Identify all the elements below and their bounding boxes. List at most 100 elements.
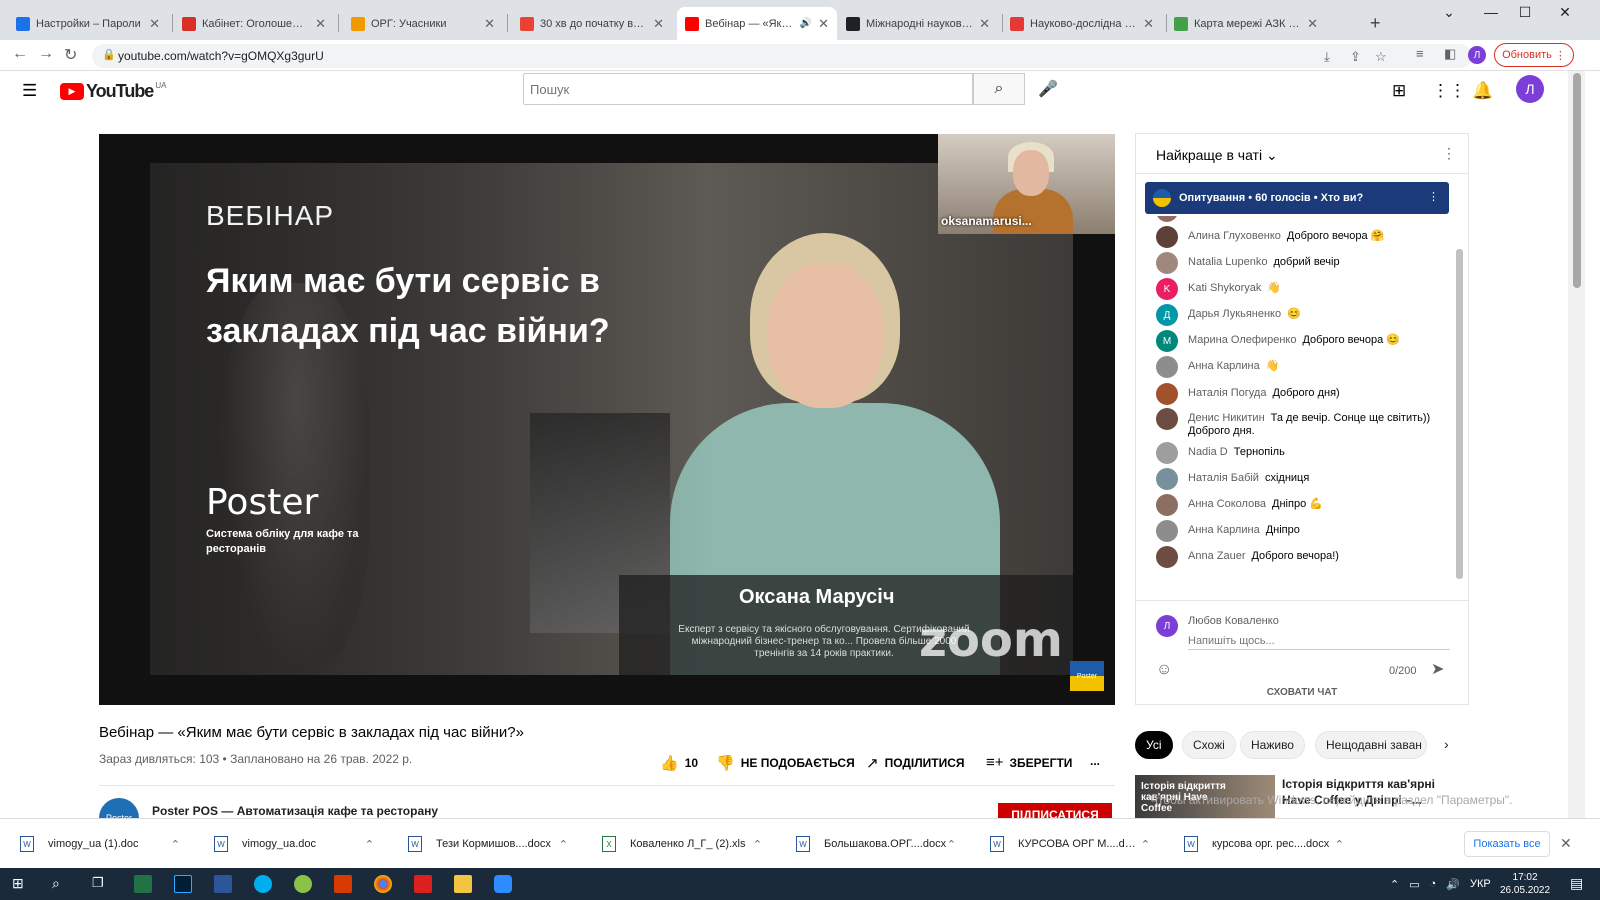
task-view-icon[interactable]: ❐ (92, 875, 110, 893)
chip-related[interactable]: Схожі (1182, 731, 1236, 759)
notifications-bell-icon[interactable]: 🔔 (1472, 81, 1493, 101)
chat-message[interactable]: Наталія Бабій східниця (1156, 468, 1446, 490)
save-button[interactable]: ≡+ ЗБЕРЕГТИ (986, 754, 1072, 771)
apps-grid-icon[interactable]: ⋮⋮ (1432, 81, 1466, 101)
close-tab-icon[interactable]: ✕ (818, 16, 829, 32)
browser-tab[interactable]: Міжнародні наукові кон ✕ (838, 7, 998, 40)
close-tab-icon[interactable]: ✕ (484, 16, 495, 32)
chat-message[interactable]: Анна Карлина Дніпро (1156, 520, 1446, 542)
windows-start-icon[interactable]: ⊞ (12, 875, 30, 893)
photoshop-icon[interactable] (174, 875, 192, 893)
side-panel-icon[interactable]: ◧ (1444, 46, 1456, 62)
chat-message[interactable]: Наталія Погуда Доброго дня) (1156, 383, 1446, 405)
skype-icon[interactable] (254, 875, 272, 893)
new-tab-button[interactable]: + (1362, 7, 1392, 40)
chevron-up-icon[interactable]: ⌃ (559, 838, 568, 851)
chat-message[interactable]: Анна СоколоваДоброго вечора 🤗 (1156, 216, 1446, 222)
emoji-picker-icon[interactable]: ☺ (1156, 661, 1172, 679)
page-scrollbar[interactable] (1568, 71, 1585, 818)
video-player[interactable]: ВЕБІНАР Яким має бути сервіс в закладах … (99, 134, 1115, 705)
chat-message[interactable]: Денис Никитин Та де вечір. Сонце ще світи… (1156, 408, 1446, 438)
chat-message[interactable]: Д Дарья Лукьяненко 😊 (1156, 304, 1446, 326)
word-icon[interactable] (214, 875, 232, 893)
close-tab-icon[interactable]: ✕ (653, 16, 664, 32)
chat-message[interactable]: K Kati Shykoryak 👋 (1156, 278, 1446, 300)
browser-tab[interactable]: ОРГ: Учасники ✕ (343, 7, 503, 40)
chevron-up-icon[interactable]: ⌃ (1141, 838, 1150, 851)
install-icon[interactable]: ⤓ (1324, 49, 1330, 65)
forward-icon[interactable]: → (38, 45, 54, 63)
download-item[interactable]: W Тези Кормишов....docx ⌃ (394, 819, 582, 869)
close-tab-icon[interactable]: ✕ (1307, 16, 1318, 32)
chat-message-input[interactable] (1188, 632, 1450, 650)
close-tab-icon[interactable]: ✕ (1143, 16, 1154, 32)
maximize-button[interactable]: ☐ (1508, 4, 1542, 21)
browser-tab[interactable]: Вебінар — «Яким ма 🔊 ✕ (677, 7, 837, 40)
chat-message[interactable]: Анна Карлина 👋 (1156, 356, 1446, 378)
more-actions-button[interactable]: ... (1090, 754, 1100, 768)
download-item[interactable]: W КУРСОВА ОРГ М....docx ⌃ (976, 819, 1164, 869)
close-tab-icon[interactable]: ✕ (149, 16, 160, 32)
close-downloads-icon[interactable]: ✕ (1560, 835, 1572, 852)
chevron-up-icon[interactable]: ⌃ (947, 838, 956, 851)
chevron-up-icon[interactable]: ⌃ (365, 838, 374, 851)
reload-icon[interactable]: ↻ (64, 45, 77, 65)
download-item[interactable]: Wvimogy_ua.doc ⌃ (200, 819, 388, 869)
chat-message[interactable]: Nadia D Тернопіль (1156, 442, 1446, 464)
profile-avatar[interactable]: Л (1468, 46, 1486, 64)
download-item[interactable]: X Коваленко Л_Г_ (2).xls ⌃ (588, 819, 776, 869)
menu-icon[interactable]: ☰ (22, 81, 37, 101)
download-item[interactable]: W Большакова.ОРГ....docx ⌃ (782, 819, 970, 869)
browser-tab[interactable]: Кабінет: Оголошення в р ✕ (174, 7, 334, 40)
send-icon[interactable]: ➤ (1431, 659, 1444, 679)
close-window-button[interactable]: ✕ (1548, 4, 1582, 21)
file-explorer-icon[interactable] (454, 875, 472, 893)
chevron-up-icon[interactable]: ⌃ (753, 838, 762, 851)
chrome-icon[interactable] (374, 875, 392, 893)
dislike-button[interactable]: 👎 НЕ ПОДОБАЄТЬСЯ (716, 754, 855, 772)
chat-scrollbar[interactable] (1456, 249, 1463, 579)
tab-search-icon[interactable]: ⌄ (1432, 4, 1466, 21)
language-indicator[interactable]: УКР (1470, 878, 1491, 890)
chevron-up-icon[interactable]: ⌃ (1335, 838, 1344, 851)
create-video-icon[interactable]: ⊞ (1392, 81, 1406, 101)
chat-message[interactable]: Алина Глуховенко Доброго вечора 🤗 (1156, 226, 1446, 248)
poll-menu-icon[interactable]: ⋮ (1428, 190, 1439, 203)
bookmark-star-icon[interactable]: ☆ (1375, 49, 1387, 65)
download-item[interactable]: Wvimogy_ua (1).doc ⌃ (6, 819, 194, 869)
volume-icon[interactable]: 🔊 (1446, 878, 1460, 891)
media-queue-icon[interactable]: ≡ (1416, 46, 1424, 61)
zoom-app-icon[interactable] (494, 875, 512, 893)
share-button[interactable]: ↗ ПОДІЛИТИСЯ (866, 754, 965, 772)
download-item[interactable]: Wкурсова орг. рес....docx ⌃ (1170, 819, 1358, 869)
hide-chat-button[interactable]: СХОВАТИ ЧАТ (1136, 687, 1468, 698)
notification-center-icon[interactable]: ▤ (1570, 875, 1583, 892)
account-avatar[interactable]: Л (1516, 75, 1544, 103)
network-icon[interactable]: ◔ (1430, 878, 1437, 890)
chat-message[interactable]: Anna Zauer Доброго вечора!) (1156, 546, 1446, 568)
chip-all[interactable]: Усі (1135, 731, 1173, 759)
search-input[interactable] (523, 73, 973, 105)
browser-tab[interactable]: Науково-дослідна части ✕ (1002, 7, 1162, 40)
search-button[interactable]: ⌕ (973, 73, 1025, 105)
presentation-icon[interactable] (334, 875, 352, 893)
page-scroll-thumb[interactable] (1573, 73, 1581, 288)
address-bar[interactable]: 🔒 youtube.com/watch?v=gOMQXg3gurU ⤓ ⇪ ☆ (92, 44, 1472, 68)
show-all-downloads-button[interactable]: Показать все (1464, 831, 1550, 857)
chat-menu-icon[interactable]: ⋮ (1442, 145, 1456, 162)
chip-live[interactable]: Наживо (1240, 731, 1305, 759)
audio-playing-icon[interactable]: 🔊 (800, 18, 812, 29)
youtube-logo[interactable]: ▶ YouTube UA (60, 81, 166, 102)
like-button[interactable]: 👍 10 (660, 754, 698, 772)
share-icon[interactable]: ⇪ (1350, 49, 1361, 65)
acrobat-icon[interactable] (414, 875, 432, 893)
chip-recently-uploaded[interactable]: Нещодавні заван (1315, 731, 1427, 759)
close-tab-icon[interactable]: ✕ (979, 16, 990, 32)
chevron-right-icon[interactable]: › (1444, 736, 1449, 752)
search-taskbar-icon[interactable]: ⌕ (52, 875, 70, 893)
tray-chevron-icon[interactable]: ⌃ (1390, 878, 1399, 891)
chat-message[interactable]: Natalia Lupenko добрий вечір (1156, 252, 1446, 274)
browser-tab[interactable]: Карта мережі АЗК "ОККО ✕ (1166, 7, 1326, 40)
battery-icon[interactable]: ▭ (1409, 878, 1419, 891)
voice-search-button[interactable]: 🎤 (1032, 73, 1064, 105)
